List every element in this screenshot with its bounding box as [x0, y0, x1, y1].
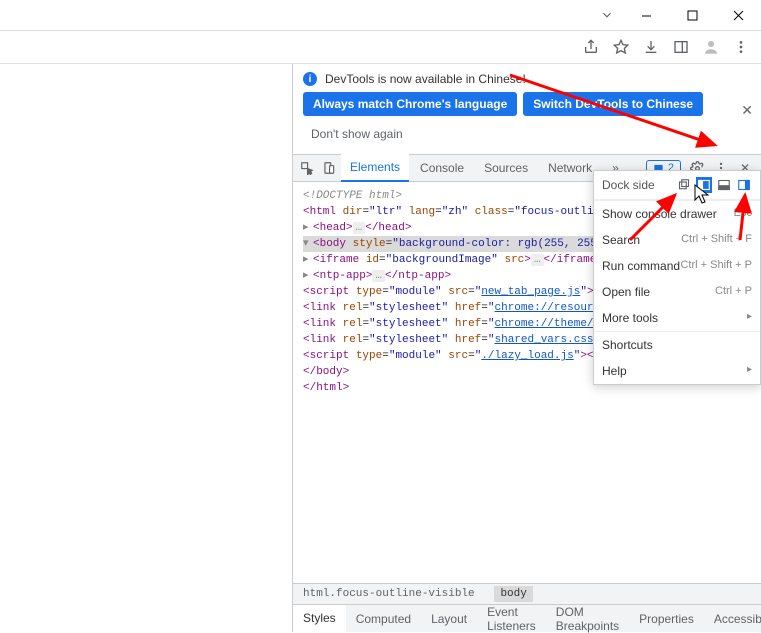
browser-toolbar	[0, 30, 761, 64]
menu-open-file[interactable]: Open fileCtrl + P	[594, 279, 760, 305]
subtab-properties[interactable]: Properties	[629, 605, 704, 633]
dock-right-icon[interactable]	[736, 177, 752, 193]
inspect-icon[interactable]	[297, 158, 317, 178]
subtab-layout[interactable]: Layout	[421, 605, 477, 633]
always-match-button[interactable]: Always match Chrome's language	[303, 92, 517, 116]
minimize-button[interactable]	[623, 0, 669, 30]
close-window-button[interactable]	[715, 0, 761, 30]
devtools-main-menu: Dock side Show console drawerEsc SearchC…	[593, 170, 761, 385]
banner-text: DevTools is now available in Chinese!	[325, 72, 526, 86]
share-icon[interactable]	[581, 37, 601, 57]
tab-console[interactable]: Console	[411, 154, 473, 182]
window-titlebar	[0, 0, 761, 30]
dock-left-icon[interactable]	[696, 177, 712, 193]
menu-run-command[interactable]: Run commandCtrl + Shift + P	[594, 253, 760, 279]
tab-sources[interactable]: Sources	[475, 154, 537, 182]
styles-tabbar: Styles Computed Layout Event Listeners D…	[293, 604, 761, 632]
dont-show-button[interactable]: Don't show again	[303, 122, 411, 146]
elements-breadcrumb[interactable]: html.focus-outline-visible body	[293, 583, 761, 604]
subtab-styles[interactable]: Styles	[293, 605, 346, 633]
language-banner: i DevTools is now available in Chinese!	[293, 64, 761, 92]
bookmark-star-icon[interactable]	[611, 37, 631, 57]
profile-avatar-icon[interactable]	[701, 37, 721, 57]
download-icon[interactable]	[641, 37, 661, 57]
subtab-dom-breakpoints[interactable]: DOM Breakpoints	[546, 605, 629, 633]
menu-search[interactable]: SearchCtrl + Shift + F	[594, 227, 760, 253]
switch-chinese-button[interactable]: Switch DevTools to Chinese	[523, 92, 703, 116]
menu-help[interactable]: Help	[594, 358, 760, 384]
subtab-listeners[interactable]: Event Listeners	[477, 605, 546, 633]
subtab-accessibility[interactable]: Accessibility	[704, 605, 761, 633]
menu-more-tools[interactable]: More tools	[594, 305, 760, 331]
banner-close-icon[interactable]: ✕	[741, 102, 753, 119]
dock-bottom-icon[interactable]	[716, 177, 732, 193]
crumb-body[interactable]: body	[494, 586, 532, 602]
info-icon: i	[303, 72, 317, 86]
menu-shortcuts[interactable]: Shortcuts	[594, 331, 760, 358]
tab-network[interactable]: Network	[539, 154, 601, 182]
side-panel-icon[interactable]	[671, 37, 691, 57]
maximize-button[interactable]	[669, 0, 715, 30]
dock-undock-icon[interactable]	[676, 177, 692, 193]
tab-elements[interactable]: Elements	[341, 154, 409, 182]
page-viewport	[0, 64, 293, 632]
crumb-html[interactable]: html.focus-outline-visible	[303, 588, 475, 600]
tab-dropdown-icon[interactable]	[591, 0, 623, 30]
menu-show-drawer[interactable]: Show console drawerEsc	[594, 200, 760, 227]
subtab-computed[interactable]: Computed	[346, 605, 421, 633]
chrome-menu-icon[interactable]	[731, 37, 751, 57]
dock-side-label: Dock side	[602, 178, 655, 192]
device-toggle-icon[interactable]	[319, 158, 339, 178]
